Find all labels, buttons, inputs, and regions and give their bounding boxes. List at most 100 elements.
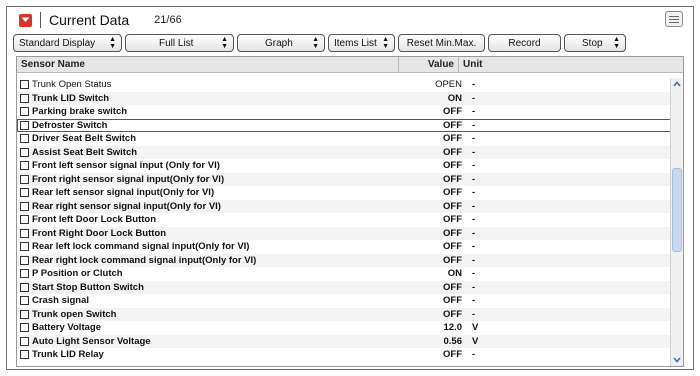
row-checkbox[interactable] — [20, 255, 29, 265]
table-row[interactable]: Driver Seat Belt Switch OFF - — [17, 132, 671, 146]
table-row[interactable]: Front left sensor signal input (Only for… — [17, 159, 671, 173]
display-mode-select[interactable]: Standard Display ▲ ▼ — [13, 34, 122, 52]
sensor-value: OFF — [443, 200, 462, 212]
column-header-value[interactable]: Value — [399, 57, 459, 72]
sensor-name: Parking brake switch — [32, 106, 128, 118]
record-button[interactable]: Record — [488, 34, 561, 52]
scroll-down-button[interactable] — [671, 354, 683, 366]
stop-label: Stop — [582, 37, 603, 49]
sensor-name: P Position or Clutch — [32, 268, 123, 280]
sensor-value: 0.56 — [443, 335, 463, 347]
table-row[interactable]: Trunk LID Relay OFF - — [17, 348, 671, 362]
sensor-value: OFF — [443, 160, 462, 172]
panel-layout-icon[interactable] — [665, 11, 683, 27]
row-checkbox[interactable] — [20, 228, 29, 238]
panel-header: Current Data 21/66 — [7, 7, 693, 33]
row-checkbox[interactable] — [20, 147, 29, 157]
vertical-scrollbar[interactable] — [670, 78, 683, 366]
table-body: Trunk Open Status OPEN - Trunk LID Switch ON… — [17, 78, 671, 362]
table-row[interactable]: Front right sensor signal input(Only for… — [17, 172, 671, 186]
row-checkbox[interactable] — [20, 120, 29, 130]
sensor-name: Battery Voltage — [32, 322, 101, 334]
sensor-name: Trunk LID Switch — [32, 92, 110, 104]
table-row[interactable]: Auto Light Sensor Voltage 0.56 V — [17, 334, 671, 348]
sensor-name: Front left sensor signal input (Only for… — [32, 160, 220, 172]
sensor-name: Driver Seat Belt Switch — [32, 133, 137, 145]
table-row[interactable]: Trunk Open Status OPEN - — [17, 78, 671, 92]
table-row[interactable]: Start Stop Button Switch OFF - — [17, 280, 671, 294]
sensor-value: ON — [447, 268, 462, 280]
collapse-button[interactable] — [19, 13, 32, 27]
row-checkbox[interactable] — [20, 242, 29, 252]
table-row[interactable]: Battery Voltage 12.0 V — [17, 321, 671, 335]
scroll-thumb[interactable] — [672, 168, 682, 252]
column-header-sensor-name[interactable]: Sensor Name — [17, 57, 399, 72]
table-row[interactable]: Rear left lock command signal input(Only… — [17, 240, 671, 254]
graph-label: Graph — [265, 37, 293, 49]
row-checkbox[interactable] — [20, 269, 29, 279]
table-row[interactable]: Parking brake switch OFF - — [17, 105, 671, 119]
row-checkbox[interactable] — [20, 350, 29, 360]
row-checkbox[interactable] — [20, 107, 29, 117]
reset-minmax-button[interactable]: Reset Min.Max. — [398, 34, 485, 52]
stop-select[interactable]: Stop ▲ ▼ — [564, 34, 626, 52]
table-row[interactable]: Front Right Door Lock Button OFF - — [17, 226, 671, 240]
sensor-name: Crash signal — [32, 295, 90, 307]
sensor-unit: - — [472, 160, 476, 172]
column-header-unit[interactable]: Unit — [459, 57, 683, 72]
row-checkbox[interactable] — [20, 134, 29, 144]
sensor-unit: - — [472, 227, 476, 239]
sensor-name: Front right sensor signal input(Only for… — [32, 173, 225, 185]
table-row[interactable]: P Position or Clutch ON - — [17, 267, 671, 281]
graph-select[interactable]: Graph ▲ ▼ — [237, 34, 325, 52]
table-row[interactable]: Crash signal OFF - — [17, 294, 671, 308]
sensor-value: ON — [447, 92, 462, 104]
sensor-name: Front left Door Lock Button — [32, 214, 157, 226]
table-row[interactable]: Front left Door Lock Button OFF - — [17, 213, 671, 227]
sensor-unit: - — [472, 92, 476, 104]
sensor-unit: - — [472, 254, 476, 266]
row-checkbox[interactable] — [20, 215, 29, 225]
sensor-name: Auto Light Sensor Voltage — [32, 335, 151, 347]
row-checkbox[interactable] — [20, 282, 29, 292]
table-row[interactable]: Defroster Switch OFF - — [17, 118, 671, 132]
row-checkbox[interactable] — [20, 336, 29, 346]
sensor-data-table: Sensor Name Value Unit Trunk Open Status… — [16, 56, 684, 367]
row-checkbox[interactable] — [20, 323, 29, 333]
table-row[interactable]: Trunk open Switch OFF - — [17, 307, 671, 321]
table-row[interactable]: Trunk LID Switch ON - — [17, 91, 671, 105]
row-checkbox[interactable] — [20, 80, 29, 90]
list-mode-select[interactable]: Full List ▲ ▼ — [125, 34, 234, 52]
sensor-unit: V — [472, 322, 479, 334]
sensor-name: Trunk Open Status — [32, 79, 112, 91]
sensor-value: OFF — [443, 214, 462, 226]
table-row[interactable]: Rear right lock command signal input(Onl… — [17, 253, 671, 267]
row-checkbox[interactable] — [20, 93, 29, 103]
sensor-name: Rear left sensor signal input(Only for V… — [32, 187, 215, 199]
row-checkbox[interactable] — [20, 188, 29, 198]
sensor-value: OFF — [443, 187, 462, 199]
items-list-label: Items List — [334, 37, 377, 49]
sensor-value: OFF — [443, 281, 462, 293]
table-row[interactable]: Rear left sensor signal input(Only for V… — [17, 186, 671, 200]
sensor-unit: - — [472, 200, 476, 212]
row-checkbox[interactable] — [20, 161, 29, 171]
row-checkbox[interactable] — [20, 296, 29, 306]
sensor-name: Trunk open Switch — [32, 308, 117, 320]
sensor-unit: - — [472, 349, 476, 361]
scroll-up-button[interactable] — [671, 78, 683, 90]
table-row[interactable]: Assist Seat Belt Switch OFF - — [17, 145, 671, 159]
sensor-value: 12.0 — [443, 322, 463, 334]
chevron-up-icon — [673, 81, 681, 87]
sensor-unit: - — [472, 106, 476, 118]
sensor-value: OFF — [443, 254, 462, 266]
row-checkbox[interactable] — [20, 309, 29, 319]
row-checkbox[interactable] — [20, 201, 29, 211]
sensor-name: Trunk LID Relay — [32, 349, 104, 361]
sensor-name: Front Right Door Lock Button — [32, 227, 167, 239]
sensor-name: Start Stop Button Switch — [32, 281, 144, 293]
items-list-select[interactable]: Items List ▲ ▼ — [328, 34, 395, 52]
current-data-panel: Current Data 21/66 Standard Display ▲ ▼ F… — [6, 6, 694, 370]
row-checkbox[interactable] — [20, 174, 29, 184]
table-row[interactable]: Rear right sensor signal input(Only for … — [17, 199, 671, 213]
